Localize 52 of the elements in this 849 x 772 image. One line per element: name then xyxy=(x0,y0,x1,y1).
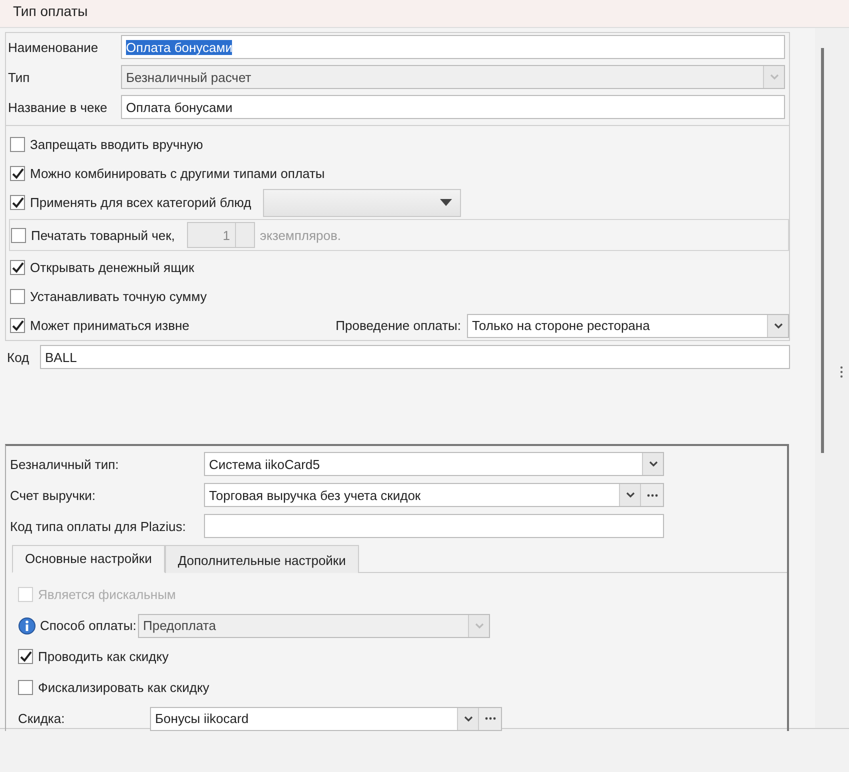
checkbox[interactable] xyxy=(11,228,26,242)
field-label: Безналичный тип: xyxy=(10,456,120,472)
text-field[interactable]: BALL xyxy=(40,345,790,369)
checkbox-label[interactable]: Запрещать вводить вручную xyxy=(30,137,204,152)
field-label: Скидка: xyxy=(18,711,66,726)
checkbox-label[interactable]: Печатать товарный чек, xyxy=(31,228,175,242)
checkbox[interactable] xyxy=(18,649,33,664)
checkbox-label[interactable]: Фискализировать как скидку xyxy=(38,680,210,695)
drag-handle-icon[interactable] xyxy=(840,366,843,378)
checkbox-label[interactable]: Проводить как скидку xyxy=(38,649,169,664)
checkbox[interactable] xyxy=(10,195,25,210)
scrollbar[interactable] xyxy=(821,48,824,453)
checkbox[interactable] xyxy=(10,137,25,152)
chevron-down-icon xyxy=(648,461,658,467)
field-label: Проведение оплаты: xyxy=(336,318,461,333)
dropdown[interactable]: Торговая выручка без учета скидок xyxy=(204,483,664,507)
caret-icon xyxy=(440,199,452,206)
field-label: Способ оплаты: xyxy=(40,618,138,633)
copies-suffix: экземпляров. xyxy=(260,228,342,242)
dropdown[interactable]: Бонусы iikocard xyxy=(150,706,502,730)
dropdown[interactable]: Система iikoCard5 xyxy=(204,452,664,476)
field-label: Наименование xyxy=(8,40,100,54)
text-field[interactable] xyxy=(204,514,664,538)
more-icon[interactable] xyxy=(646,494,658,496)
checkbox-label[interactable]: Применять для всех категорий блюд xyxy=(30,195,252,210)
chevron-down-icon xyxy=(774,322,782,328)
info-icon xyxy=(18,616,36,634)
more-icon[interactable] xyxy=(484,717,496,720)
field-label: Название в чеке xyxy=(8,100,108,114)
window-title: Тип оплаты xyxy=(13,3,88,19)
text-field[interactable]: Оплата бонусами xyxy=(121,95,785,119)
field-label: Код типа оплаты для Plazius: xyxy=(10,518,187,534)
chevron-down-icon xyxy=(626,492,634,498)
checkbox[interactable] xyxy=(10,318,25,333)
tab[interactable]: Дополнительные настройки xyxy=(164,545,359,573)
chevron-down-icon xyxy=(770,74,778,80)
field-label: Счет выручки: xyxy=(10,488,97,502)
checkbox-label[interactable]: Устанавливать точную сумму xyxy=(30,289,207,304)
checkbox[interactable] xyxy=(18,680,33,695)
field-label: Код xyxy=(6,350,30,364)
checkbox-label[interactable]: Можно комбинировать с другими типами оплаты xyxy=(30,166,325,181)
checkbox[interactable] xyxy=(10,166,25,181)
tab[interactable]: Основные настройки xyxy=(12,545,165,573)
checkbox[interactable] xyxy=(10,289,25,304)
dropdown[interactable]: Только на стороне ресторана xyxy=(467,314,789,338)
checkbox-label[interactable]: Открывать денежный ящик xyxy=(30,260,194,275)
text-field[interactable]: Оплата бонусами xyxy=(121,35,785,59)
chevron-down-icon xyxy=(464,716,472,722)
field-label: Тип xyxy=(8,70,31,84)
checkbox-label[interactable]: Может приниматься извне xyxy=(30,318,190,333)
chevron-down-icon xyxy=(474,622,484,628)
checkbox[interactable] xyxy=(10,260,25,275)
